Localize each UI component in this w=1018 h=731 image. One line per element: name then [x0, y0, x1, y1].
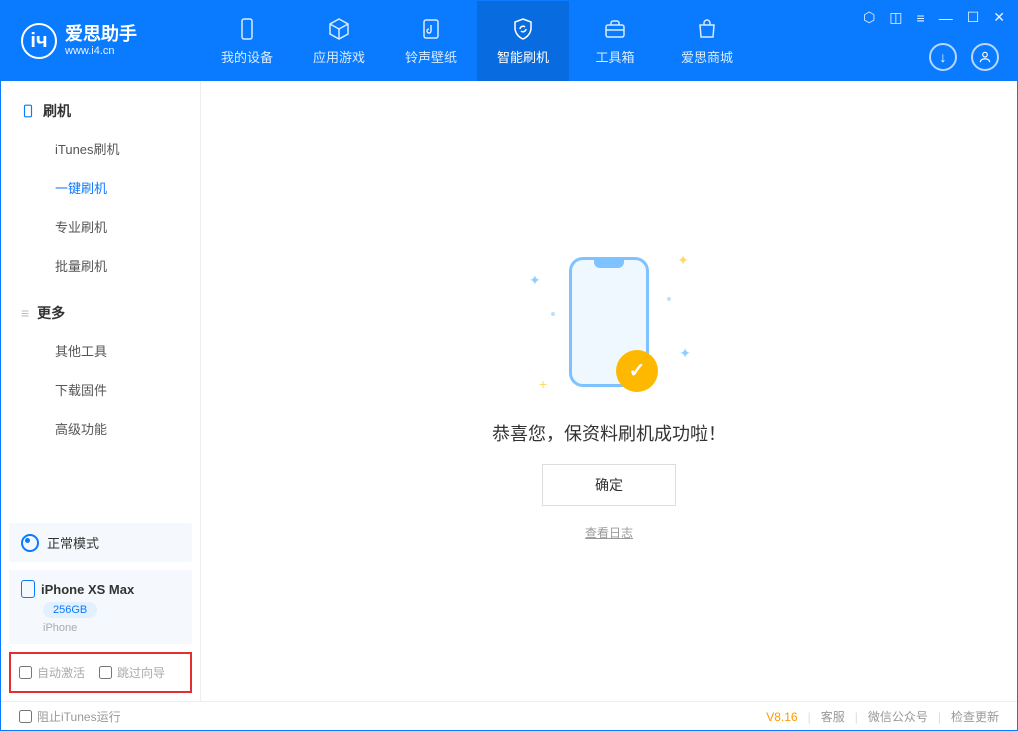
section-flash: 刷机	[1, 93, 200, 129]
logo-icon: iч	[21, 23, 57, 59]
tab-label: 应用游戏	[313, 47, 365, 66]
device-storage-badge: 256GB	[43, 602, 97, 618]
device-icon	[21, 102, 35, 120]
feedback-icon[interactable]: ◫	[889, 9, 902, 26]
tab-label: 爱思商城	[681, 47, 733, 66]
ok-button[interactable]: 确定	[542, 464, 676, 506]
tab-ringtones[interactable]: 铃声壁纸	[385, 1, 477, 81]
tab-my-device[interactable]: 我的设备	[201, 1, 293, 81]
music-file-icon	[419, 17, 443, 41]
toolbox-icon	[603, 17, 627, 41]
logo-area: iч 爱思助手 www.i4.cn	[1, 23, 201, 59]
maximize-button[interactable]: ☐	[967, 9, 980, 26]
sidebar-item-onekey-flash[interactable]: 一键刷机	[1, 168, 200, 207]
device-type: iPhone	[43, 622, 180, 634]
options-highlight-box: 自动激活 跳过向导	[9, 652, 192, 693]
sidebar-item-advanced[interactable]: 高级功能	[1, 409, 200, 448]
sparkle-icon: ✦	[679, 345, 691, 362]
sidebar-item-batch-flash[interactable]: 批量刷机	[1, 246, 200, 285]
shirt-icon[interactable]: ⬡	[863, 9, 875, 26]
tab-label: 我的设备	[221, 47, 273, 66]
app-header: iч 爱思助手 www.i4.cn 我的设备 应用游戏 铃声壁纸 智能刷机 工具…	[1, 1, 1017, 81]
menu-icon[interactable]: ≡	[917, 10, 925, 26]
checkbox-block-itunes[interactable]: 阻止iTunes运行	[19, 708, 121, 725]
checkbox-input[interactable]	[19, 710, 32, 723]
device-info-box[interactable]: iPhone XS Max 256GB iPhone	[9, 570, 192, 644]
sidebar-item-other-tools[interactable]: 其他工具	[1, 331, 200, 370]
tab-apps-games[interactable]: 应用游戏	[293, 1, 385, 81]
sparkle-icon: ✦	[529, 272, 541, 289]
view-log-link[interactable]: 查看日志	[585, 524, 633, 541]
footer-link-service[interactable]: 客服	[821, 708, 845, 725]
sparkle-icon: +	[539, 376, 547, 392]
minimize-button[interactable]: —	[939, 10, 953, 26]
footer-link-wechat[interactable]: 微信公众号	[868, 708, 928, 725]
tab-store[interactable]: 爱思商城	[661, 1, 753, 81]
checkbox-input[interactable]	[99, 666, 112, 679]
dot-icon	[667, 297, 671, 301]
close-button[interactable]: ✕	[993, 9, 1005, 26]
sidebar-item-pro-flash[interactable]: 专业刷机	[1, 207, 200, 246]
device-mode-box[interactable]: 正常模式	[9, 523, 192, 562]
logo-subtitle: www.i4.cn	[65, 45, 137, 57]
success-message: 恭喜您，保资料刷机成功啦！	[492, 420, 726, 446]
user-icon[interactable]	[971, 43, 999, 71]
device-name: iPhone XS Max	[41, 582, 134, 597]
tab-label: 工具箱	[595, 47, 634, 66]
checkbox-skip-guide[interactable]: 跳过向导	[99, 664, 165, 681]
sidebar-item-download-firmware[interactable]: 下载固件	[1, 370, 200, 409]
phone-illustration: ✓	[569, 257, 649, 387]
phone-mini-icon	[21, 580, 35, 598]
tab-label: 铃声壁纸	[405, 47, 457, 66]
success-illustration: ✦ ✦ + ✦ ✓	[499, 242, 719, 402]
header-action-icons: ↓	[929, 43, 999, 71]
footer-link-update[interactable]: 检查更新	[951, 708, 999, 725]
tab-smart-flash[interactable]: 智能刷机	[477, 1, 569, 81]
sidebar-item-itunes-flash[interactable]: iTunes刷机	[1, 129, 200, 168]
download-icon[interactable]: ↓	[929, 43, 957, 71]
nav-tabs: 我的设备 应用游戏 铃声壁纸 智能刷机 工具箱 爱思商城	[201, 1, 753, 81]
version-label: V8.16	[766, 710, 797, 724]
section-more: ≡ 更多	[1, 295, 200, 331]
device-mode-label: 正常模式	[47, 533, 99, 552]
cube-icon	[327, 17, 351, 41]
main-content: ✦ ✦ + ✦ ✓ 恭喜您，保资料刷机成功啦！ 确定 查看日志	[201, 81, 1017, 701]
checkbox-input[interactable]	[19, 666, 32, 679]
checkbox-auto-activate[interactable]: 自动激活	[19, 664, 85, 681]
check-badge-icon: ✓	[616, 350, 658, 392]
tab-toolbox[interactable]: 工具箱	[569, 1, 661, 81]
titlebar-controls: ⬡ ◫ ≡ — ☐ ✕	[863, 9, 1005, 26]
mode-icon	[21, 534, 39, 552]
tab-label: 智能刷机	[497, 47, 549, 66]
logo-title: 爱思助手	[65, 25, 137, 45]
shield-sync-icon	[511, 17, 535, 41]
list-icon: ≡	[21, 305, 29, 321]
bag-icon	[695, 17, 719, 41]
sidebar: 刷机 iTunes刷机 一键刷机 专业刷机 批量刷机 ≡ 更多 其他工具 下载固…	[1, 81, 201, 701]
sparkle-icon: ✦	[677, 252, 689, 269]
phone-icon	[235, 17, 259, 41]
dot-icon	[551, 312, 555, 316]
footer-bar: 阻止iTunes运行 V8.16 | 客服 | 微信公众号 | 检查更新	[1, 701, 1017, 731]
